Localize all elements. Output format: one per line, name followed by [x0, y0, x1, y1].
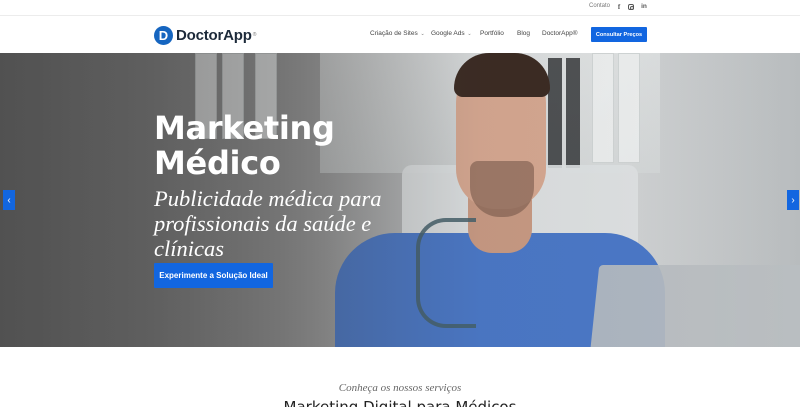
services-eyebrow: Conheça os nossos serviços: [338, 382, 462, 394]
nav-item-blog[interactable]: Blog: [517, 30, 530, 37]
slider-prev-arrow-icon[interactable]: ‹: [3, 190, 15, 210]
linkedin-icon[interactable]: in: [640, 2, 648, 12]
hero-subtitle: Publicidade médica para profissionais da…: [154, 186, 382, 261]
nav-item-label: DoctorApp®: [542, 30, 578, 37]
nav-item-label: Portfólio: [480, 30, 504, 37]
instagram-icon[interactable]: [627, 2, 635, 12]
nav-item-portfolio[interactable]: Portfólio: [480, 30, 504, 37]
nav-item-label: Blog: [517, 30, 531, 37]
facebook-icon[interactable]: f: [615, 2, 623, 12]
nav-item-label: Google Ads: [431, 30, 465, 37]
try-solution-button[interactable]: Experimente a Solução Ideal: [154, 263, 273, 288]
logo-registered-mark: ®: [252, 32, 257, 38]
logo-text: DoctorApp: [176, 26, 252, 44]
slider-next-arrow-icon[interactable]: ›: [787, 190, 799, 210]
hero-slider: Marketing Médico Publicidade médica para…: [0, 53, 800, 347]
logo-mark-icon: D: [154, 25, 173, 45]
consult-prices-button[interactable]: Consultar Preços: [591, 27, 647, 42]
hero-title: Marketing Médico: [154, 109, 335, 182]
chevron-down-icon: ⌄: [420, 31, 425, 37]
nav-item-google-ads[interactable]: Google Ads ⌄: [431, 30, 472, 37]
services-title: Marketing Digital para Médicos: [283, 398, 517, 407]
nav-item-label: Criação de Sites: [370, 30, 418, 37]
nav-item-criacao-de-sites[interactable]: Criação de Sites ⌄: [370, 30, 425, 37]
logo[interactable]: D DoctorApp ®: [154, 25, 256, 45]
contact-link[interactable]: Contato: [589, 3, 610, 9]
chevron-down-icon: ⌄: [467, 31, 472, 37]
nav-item-doctorapp[interactable]: DoctorApp®: [542, 30, 578, 37]
site-header: D DoctorApp ® Criação de Sites ⌄ Google …: [0, 16, 800, 53]
top-utility-bar: Contato f in: [0, 0, 800, 16]
